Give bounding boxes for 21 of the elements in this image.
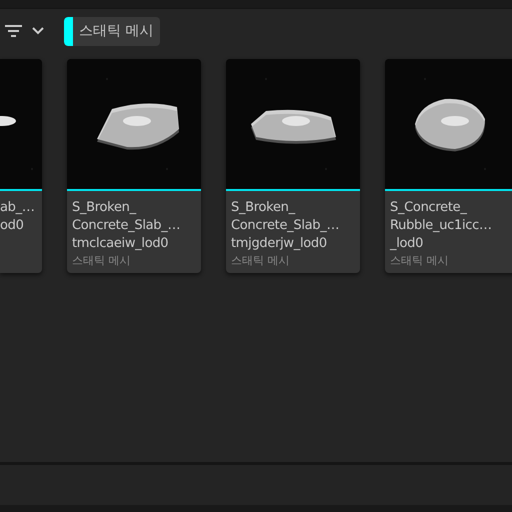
asset-name: _lod0 xyxy=(390,235,424,253)
asset-name: tmclcaeiw_lod0 xyxy=(72,235,170,253)
asset-type: 스태틱 메시 xyxy=(72,253,132,268)
asset-card[interactable]: ab_… od0 xyxy=(0,59,42,273)
asset-name: od0 xyxy=(0,217,25,235)
asset-name: Concrete_Slab_… xyxy=(231,217,340,235)
filter-chip[interactable]: 스태틱 메시 xyxy=(64,16,160,46)
filter-icon[interactable] xyxy=(5,25,22,37)
asset-card[interactable]: S_Broken_ Concrete_Slab_… tmjgderjw_lod0 스태틱 메시 xyxy=(226,59,360,273)
asset-type: 스태틱 메시 xyxy=(231,253,290,268)
asset-name: Rubble_uc1icc… xyxy=(390,217,493,235)
chevron-down-icon[interactable] xyxy=(32,27,44,35)
asset-name: Concrete_Slab_… xyxy=(72,217,182,235)
asset-name: S_Broken_ xyxy=(231,199,296,217)
asset-name: tmjgderjw_lod0 xyxy=(231,235,328,253)
asset-name: S_Concrete_ xyxy=(390,199,468,217)
asset-name: S_Broken_ xyxy=(72,199,138,217)
asset-card[interactable]: S_Concrete_ Rubble_uc1icc… _lod0 스태틱 메시 xyxy=(385,59,512,273)
asset-name: ab_… xyxy=(0,199,36,217)
asset-card[interactable]: S_Broken_ Concrete_Slab_… tmclcaeiw_lod0 스태틱 메시 xyxy=(67,59,201,273)
asset-type: 스태틱 메시 xyxy=(390,253,450,268)
